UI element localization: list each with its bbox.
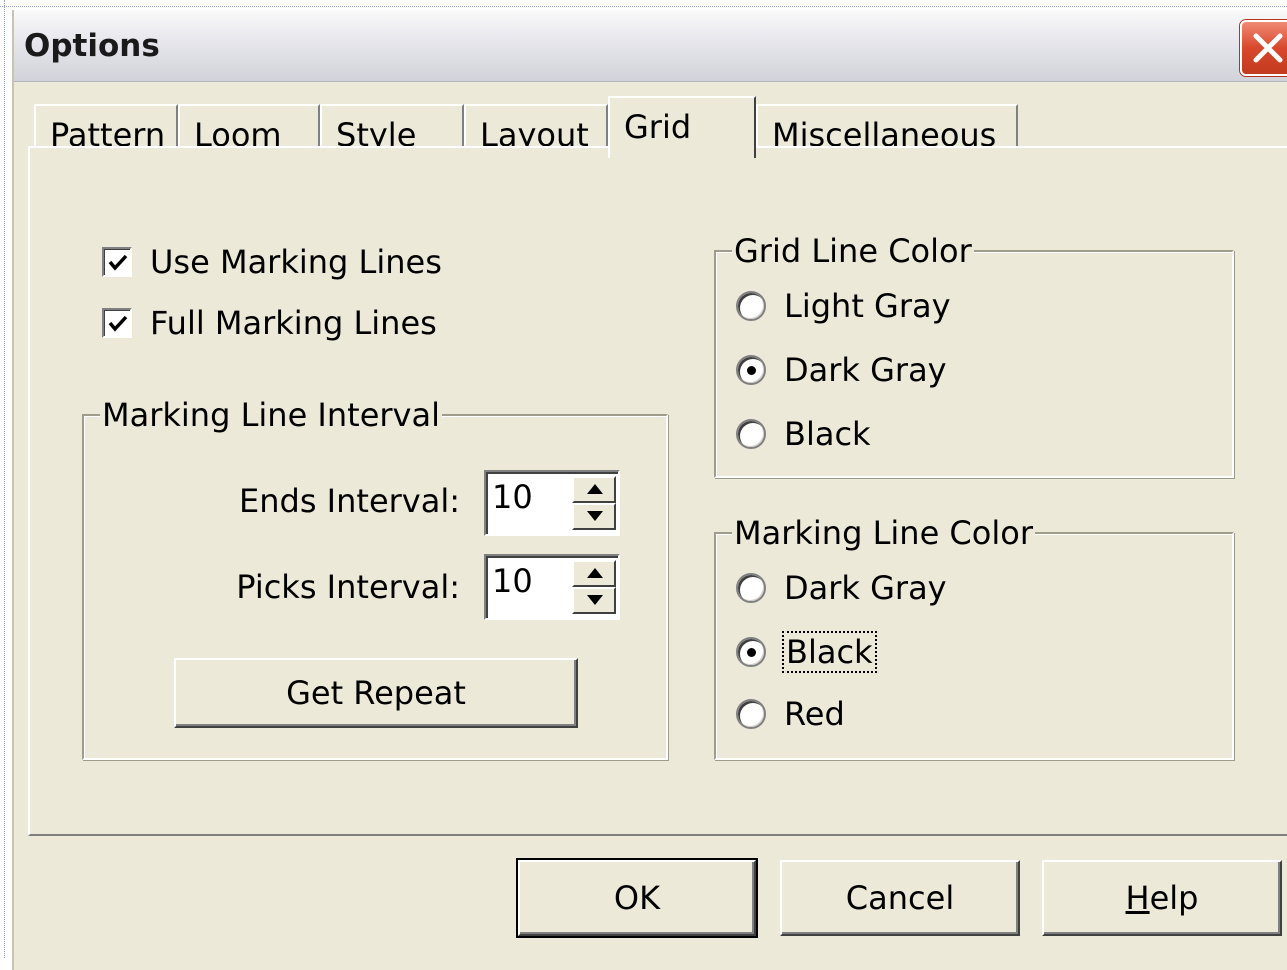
checkmark-icon <box>108 315 128 332</box>
close-button[interactable] <box>1240 20 1287 76</box>
help-label-rest: elp <box>1149 879 1199 917</box>
radio-button[interactable] <box>736 291 766 321</box>
radio-label: Black <box>782 631 877 673</box>
radio-label: Light Gray <box>784 287 951 325</box>
ends-interval-input[interactable]: 10 <box>492 478 533 516</box>
full-marking-lines-checkbox[interactable]: Full Marking Lines <box>102 303 437 343</box>
radio-selected-dot <box>747 366 756 375</box>
ends-interval-label: Ends Interval: <box>239 482 460 520</box>
arrow-down-icon <box>587 595 603 605</box>
radio-grid-black[interactable]: Black <box>736 414 871 454</box>
ruler-line <box>0 6 1287 7</box>
spinner-arrows <box>572 560 616 614</box>
radio-marking-black[interactable]: Black <box>736 631 877 673</box>
spin-down-button[interactable] <box>572 587 616 614</box>
window-title: Options <box>24 28 160 64</box>
radio-label: Dark Gray <box>784 569 947 607</box>
tab-grid[interactable]: Grid <box>608 96 756 158</box>
checkmark-icon <box>108 254 128 271</box>
arrow-up-icon <box>587 484 603 494</box>
spin-up-button[interactable] <box>572 476 616 503</box>
ends-interval-spinner[interactable]: 10 <box>484 470 620 536</box>
use-marking-lines-checkbox[interactable]: Use Marking Lines <box>102 242 442 282</box>
ok-button[interactable]: OK <box>516 858 758 938</box>
radio-label: Black <box>784 415 871 453</box>
radio-button[interactable] <box>736 699 766 729</box>
checkbox-box[interactable] <box>102 247 132 277</box>
tab-label: Grid <box>624 108 692 146</box>
picks-interval-spinner[interactable]: 10 <box>484 554 620 620</box>
radio-selected-dot <box>747 648 756 657</box>
radio-grid-light-gray[interactable]: Light Gray <box>736 286 951 326</box>
cancel-button[interactable]: Cancel <box>780 860 1020 936</box>
radio-button[interactable] <box>736 573 766 603</box>
close-icon <box>1253 33 1283 63</box>
spinner-arrows <box>572 476 616 530</box>
radio-label: Red <box>784 695 845 733</box>
group-title: Marking Line Interval <box>100 396 442 434</box>
help-mnemonic: H <box>1125 879 1150 917</box>
arrow-down-icon <box>587 511 603 521</box>
help-button[interactable]: Help <box>1042 860 1282 936</box>
grid-tab-panel: Use Marking Lines Full Marking Lines Mar… <box>28 146 1287 836</box>
picks-interval-input[interactable]: 10 <box>492 562 533 600</box>
spin-up-button[interactable] <box>572 560 616 587</box>
radio-button[interactable] <box>736 637 766 667</box>
title-bar[interactable]: Options <box>14 10 1287 82</box>
checkbox-label: Full Marking Lines <box>150 304 437 342</box>
radio-button[interactable] <box>736 355 766 385</box>
radio-grid-dark-gray[interactable]: Dark Gray <box>736 350 947 390</box>
spin-down-button[interactable] <box>572 503 616 530</box>
radio-button[interactable] <box>736 419 766 449</box>
radio-marking-red[interactable]: Red <box>736 694 845 734</box>
checkbox-box[interactable] <box>102 308 132 338</box>
checkbox-label: Use Marking Lines <box>150 243 442 281</box>
radio-label: Dark Gray <box>784 351 947 389</box>
ruler-line <box>4 0 5 958</box>
get-repeat-button[interactable]: Get Repeat <box>174 658 578 728</box>
group-title: Grid Line Color <box>732 232 974 270</box>
arrow-up-icon <box>587 568 603 578</box>
picks-interval-label: Picks Interval: <box>236 568 460 606</box>
radio-marking-dark-gray[interactable]: Dark Gray <box>736 568 947 608</box>
group-title: Marking Line Color <box>732 514 1035 552</box>
